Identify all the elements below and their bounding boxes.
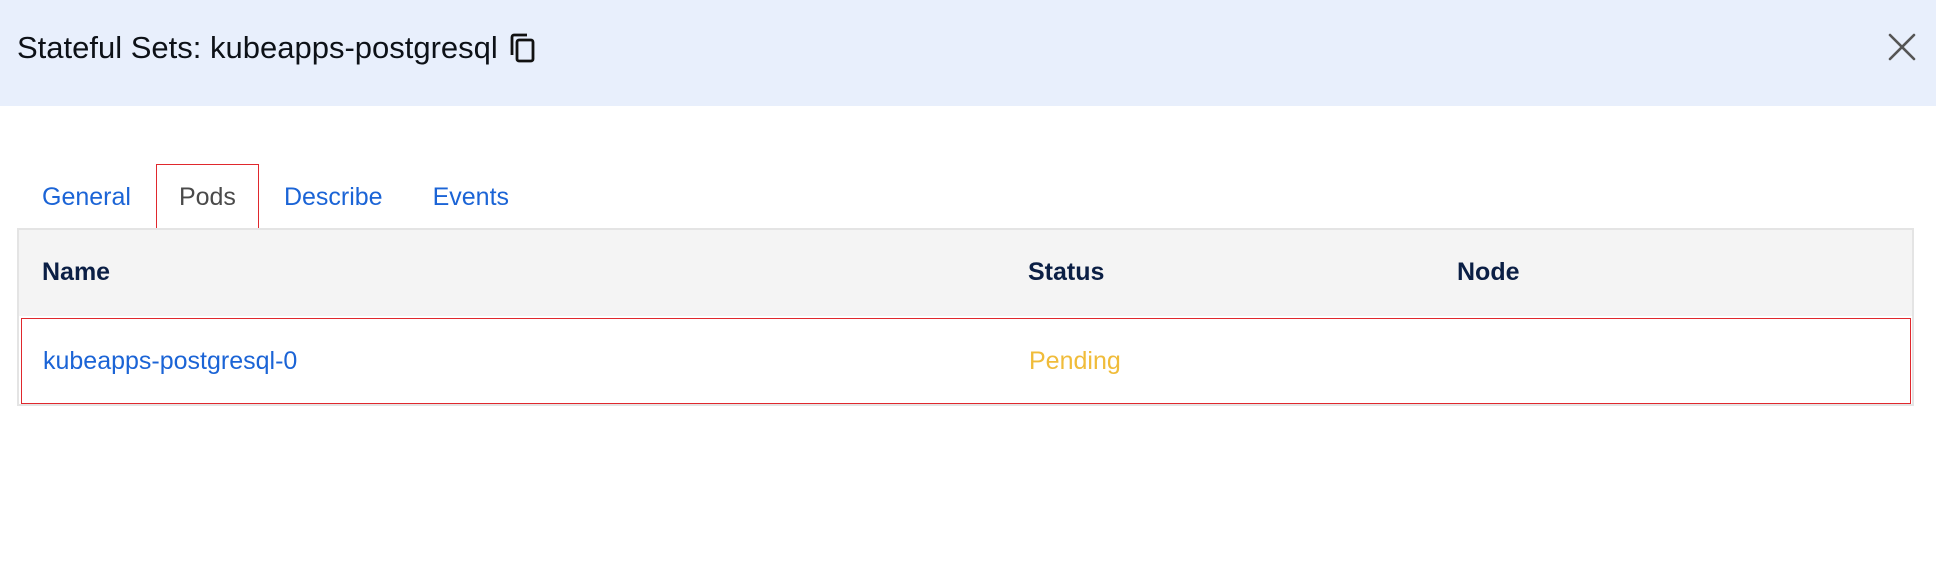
tab-general[interactable]: General (17, 164, 156, 230)
pods-table: Name Status Node kubeapps-postgresql-0 P… (17, 228, 1914, 406)
tab-describe[interactable]: Describe (259, 164, 408, 230)
dialog-title-group: Stateful Sets: kubeapps-postgresql (17, 30, 538, 66)
tab-bar: General Pods Describe Events (17, 164, 534, 230)
column-header-node: Node (1457, 258, 1520, 286)
pod-name-link[interactable]: kubeapps-postgresql-0 (43, 347, 297, 376)
pod-status: Pending (1029, 347, 1121, 375)
column-header-name: Name (42, 258, 111, 286)
table-row[interactable]: kubeapps-postgresql-0 Pending (21, 318, 1911, 404)
tab-pods[interactable]: Pods (155, 164, 259, 230)
dialog-title: Stateful Sets: kubeapps-postgresql (17, 30, 498, 65)
dialog-header: Stateful Sets: kubeapps-postgresql (0, 0, 1936, 106)
column-header-status: Status (1028, 258, 1105, 286)
copy-icon[interactable] (508, 31, 538, 65)
close-icon[interactable] (1885, 30, 1919, 64)
tab-events[interactable]: Events (408, 164, 534, 230)
table-header: Name Status Node (19, 230, 1912, 316)
